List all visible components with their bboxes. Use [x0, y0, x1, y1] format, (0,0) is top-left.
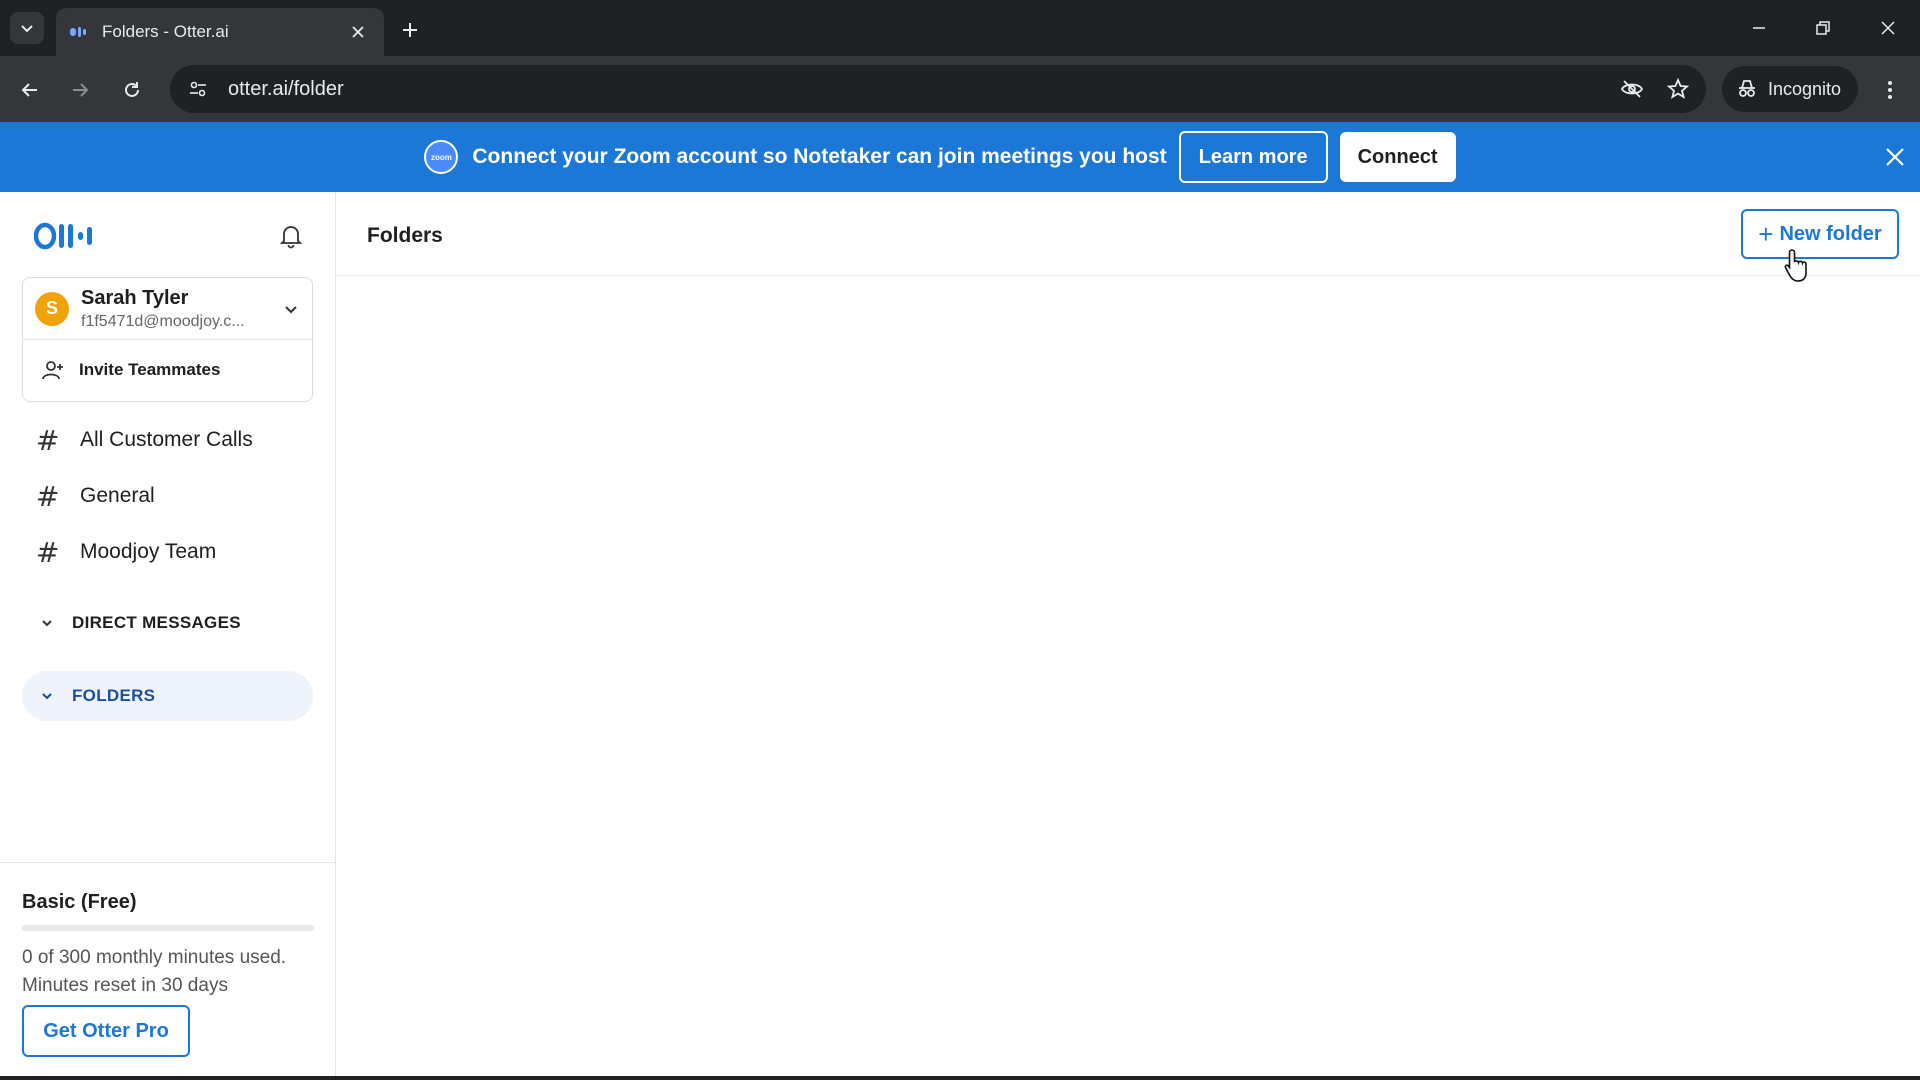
account-card: S Sarah Tyler f1f5471d@moodjoy.c... Invi… [22, 277, 313, 402]
address-bar[interactable]: otter.ai/folder [170, 65, 1706, 113]
page-title: Folders [367, 224, 443, 247]
reload-button[interactable] [114, 72, 150, 108]
channel-general[interactable]: # General [22, 472, 313, 520]
banner-message: Connect your Zoom account so Notetaker c… [472, 145, 1167, 168]
restore-button[interactable] [1799, 10, 1847, 46]
more-vertical-icon [1888, 81, 1892, 99]
otter-favicon-icon [70, 26, 90, 38]
tune-icon [190, 81, 206, 97]
section-label: FOLDERS [72, 686, 156, 705]
plan-usage-text: 0 of 300 monthly minutes used. [22, 947, 287, 968]
get-otter-pro-button[interactable]: Get Otter Pro [22, 1005, 190, 1057]
hash-icon: # [36, 479, 60, 513]
browser-tabstrip: Folders - Otter.ai [0, 0, 1920, 56]
notifications-button[interactable] [276, 220, 306, 252]
otter-logo[interactable] [34, 222, 102, 250]
add-user-icon [42, 361, 63, 380]
arrow-left-icon [21, 83, 37, 97]
close-window-button[interactable] [1864, 10, 1912, 46]
tab-search-button[interactable] [10, 12, 44, 44]
plus-icon [403, 23, 417, 37]
channel-label: All Customer Calls [80, 428, 253, 451]
account-chevron[interactable] [279, 297, 303, 321]
account-switcher[interactable]: S Sarah Tyler f1f5471d@moodjoy.c... [23, 278, 312, 340]
main-content: Folders + New folder [337, 192, 1920, 1080]
forward-button[interactable] [62, 72, 98, 108]
chevron-down-icon [42, 693, 52, 700]
bottom-edge [0, 1076, 1920, 1080]
incognito-icon [1739, 80, 1755, 97]
plan-title: Basic (Free) [22, 891, 137, 913]
usage-progress-bar [22, 925, 314, 931]
new-folder-button[interactable]: + New folder [1741, 209, 1899, 259]
account-name: Sarah Tyler [81, 286, 189, 309]
banner-close-button[interactable] [1878, 140, 1912, 174]
chevron-down-icon [285, 305, 297, 313]
zoom-connect-banner: zoom Connect your Zoom account so Noteta… [0, 122, 1920, 192]
chevron-down-icon [42, 620, 52, 627]
sidebar: S Sarah Tyler f1f5471d@moodjoy.c... Invi… [0, 192, 336, 1080]
browser-tab-active[interactable]: Folders - Otter.ai [56, 8, 384, 56]
connect-button[interactable]: Connect [1339, 132, 1456, 182]
bell-icon [279, 226, 303, 249]
channel-label: Moodjoy Team [80, 540, 217, 563]
browser-toolbar: otter.ai/folder Incognito [0, 56, 1920, 122]
zoom-logo-icon: zoom [424, 140, 459, 174]
close-icon [1881, 21, 1895, 35]
hash-icon: # [36, 535, 60, 569]
new-folder-label: New folder [1779, 222, 1882, 245]
site-info-button[interactable] [182, 73, 214, 105]
section-label: DIRECT MESSAGES [72, 613, 241, 632]
close-icon [352, 26, 364, 38]
tab-title: Folders - Otter.ai [102, 22, 229, 41]
arrow-right-icon [73, 83, 89, 97]
chevron-down-icon [21, 25, 33, 33]
back-button[interactable] [12, 72, 48, 108]
hash-icon: # [36, 423, 60, 457]
eye-off-icon [1620, 80, 1644, 98]
incognito-indicator[interactable]: Incognito [1722, 66, 1858, 112]
bookmark-button[interactable] [1660, 71, 1696, 107]
section-direct-messages[interactable]: DIRECT MESSAGES [22, 598, 313, 648]
minimize-icon [1753, 27, 1765, 29]
section-folders[interactable]: FOLDERS [22, 671, 313, 721]
channel-moodjoy-team[interactable]: # Moodjoy Team [22, 528, 313, 576]
incognito-label: Incognito [1768, 78, 1842, 99]
plan-reset-text: Minutes reset in 30 days [22, 975, 228, 996]
tab-close-button[interactable] [346, 20, 370, 44]
eye-off-button[interactable] [1614, 71, 1650, 107]
learn-more-button[interactable]: Learn more [1178, 131, 1328, 183]
avatar: S [35, 291, 69, 326]
plan-panel: Basic (Free) 0 of 300 monthly minutes us… [0, 862, 336, 1080]
otter-logo-icon [34, 222, 92, 250]
main-header: Folders + New folder [337, 192, 1920, 276]
browser-menu-button[interactable] [1872, 72, 1908, 108]
minimize-button[interactable] [1735, 10, 1783, 46]
restore-icon [1816, 21, 1830, 35]
star-icon [1666, 77, 1690, 99]
new-tab-button[interactable] [394, 14, 426, 46]
reload-icon [125, 82, 139, 97]
channel-label: General [80, 484, 155, 507]
account-email: f1f5471d@moodjoy.c... [81, 312, 245, 330]
invite-teammates-button[interactable]: Invite Teammates [23, 340, 312, 400]
channel-all-customer-calls[interactable]: # All Customer Calls [22, 416, 313, 464]
hand-cursor-icon [1784, 249, 1807, 282]
url-text[interactable]: otter.ai/folder [228, 78, 1614, 101]
invite-teammates-label: Invite Teammates [79, 360, 221, 379]
close-icon [1886, 148, 1904, 166]
plus-icon: + [1758, 219, 1774, 249]
